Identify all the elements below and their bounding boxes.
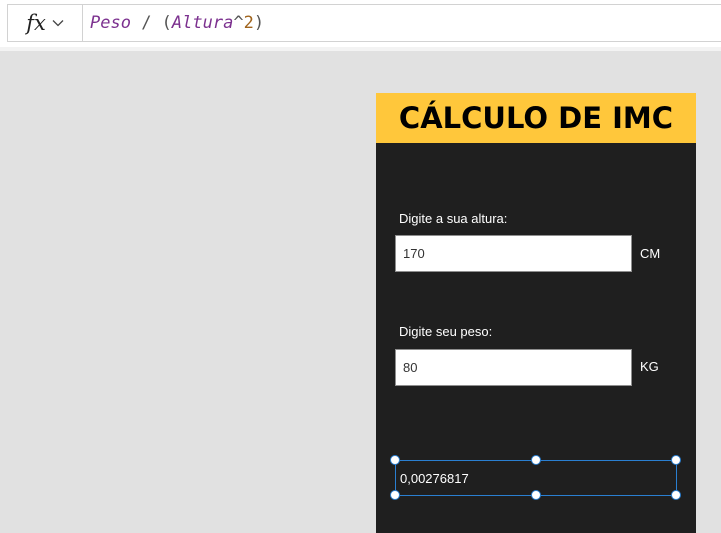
formula-input[interactable]: Peso / (Altura ^ 2) xyxy=(83,4,721,42)
formula-token: Altura xyxy=(171,13,234,33)
formula-bar: fx Peso / (Altura ^ 2) xyxy=(0,0,721,47)
weight-label: Digite seu peso: xyxy=(399,324,493,339)
resize-handle-bottom-right[interactable] xyxy=(671,490,681,500)
height-label: Digite a sua altura: xyxy=(399,211,508,226)
page-title: CÁLCULO DE IMC xyxy=(398,101,674,135)
formula-token: ) xyxy=(253,13,265,33)
resize-handle-top[interactable] xyxy=(531,455,541,465)
resize-handle-top-left[interactable] xyxy=(390,455,400,465)
fx-dropdown-button[interactable]: fx xyxy=(7,4,83,42)
header-band: CÁLCULO DE IMC xyxy=(376,93,696,143)
height-input[interactable]: 170 xyxy=(395,235,632,272)
formula-token: ^ xyxy=(233,13,244,33)
app-screen[interactable]: CÁLCULO DE IMC Digite a sua altura: 170 … xyxy=(376,93,696,533)
resize-handle-bottom[interactable] xyxy=(531,490,541,500)
formula-token: Peso xyxy=(90,13,131,33)
weight-input[interactable]: 80 xyxy=(395,349,632,386)
chevron-down-icon xyxy=(52,20,64,27)
formula-bar-divider xyxy=(0,47,721,51)
formula-token: / ( xyxy=(130,13,172,33)
formula-token: 2 xyxy=(243,13,254,33)
fx-icon: fx xyxy=(26,10,46,35)
height-unit-label: CM xyxy=(640,246,661,261)
weight-unit-label: KG xyxy=(640,359,659,374)
resize-handle-bottom-left[interactable] xyxy=(390,490,400,500)
resize-handle-top-right[interactable] xyxy=(671,455,681,465)
